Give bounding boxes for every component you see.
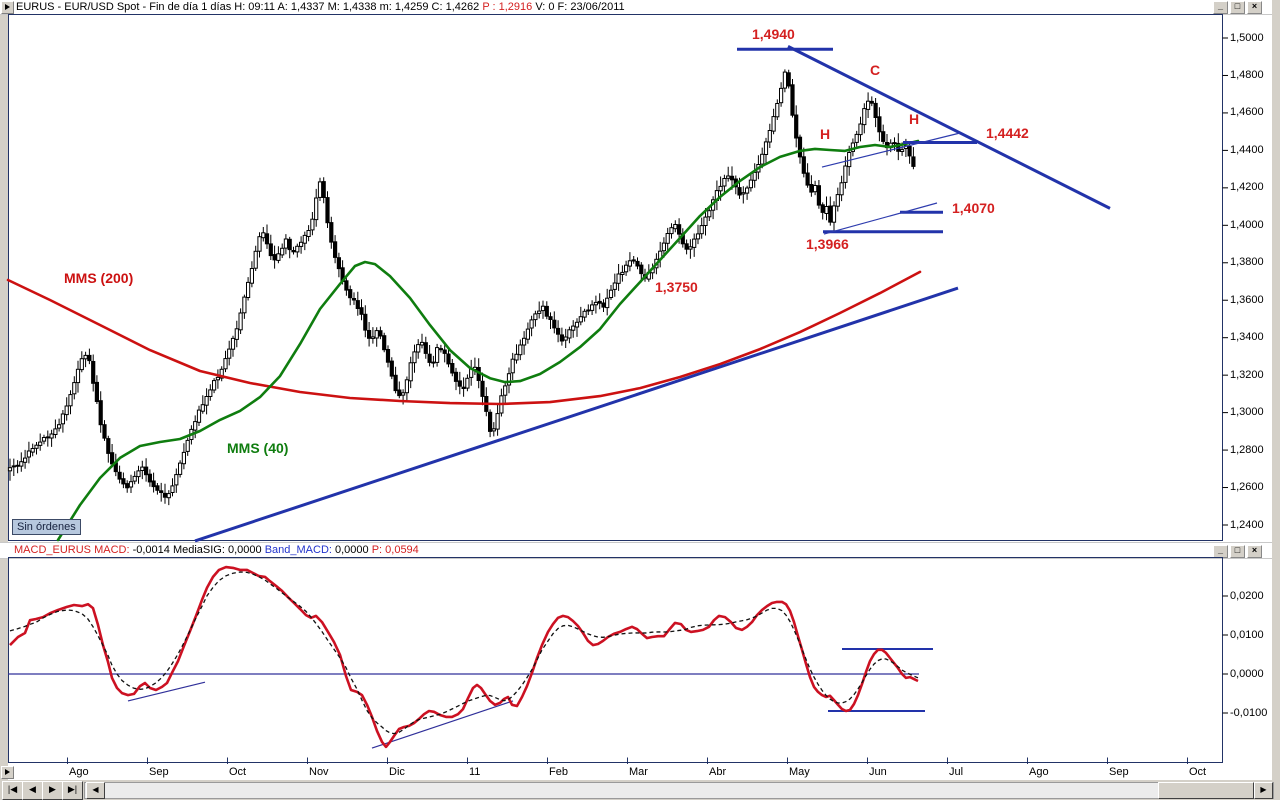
macd-axis-label: -0,0100 bbox=[1230, 706, 1268, 719]
time-axis-label: Jul bbox=[949, 766, 964, 778]
title-segment-5: 0,0000 bbox=[335, 544, 372, 556]
close-button[interactable]: × bbox=[1247, 1, 1262, 14]
title-segment-1: MACD: bbox=[94, 544, 133, 556]
title-segment-1: P : 1,2916 bbox=[482, 1, 533, 13]
macd-panel-titlebar: MACD_EURUS MACD: -0,0014 MediaSIG: 0,000… bbox=[0, 542, 1272, 559]
close-button[interactable]: × bbox=[1247, 545, 1262, 558]
scroll-prev-button[interactable]: ◀ bbox=[22, 781, 43, 800]
macd-axis-label: 0,0200 bbox=[1230, 589, 1264, 602]
macd-plot-area[interactable] bbox=[8, 557, 1222, 763]
scrollbar-thumb[interactable] bbox=[1158, 782, 1254, 799]
title-segment-2: -0,0014 bbox=[132, 544, 173, 556]
price-axis-label: 1,2800 bbox=[1230, 443, 1264, 456]
macd-axis-label: 0,0000 bbox=[1230, 667, 1264, 680]
maximize-icon: □ bbox=[1234, 545, 1241, 555]
collapse-arrow-icon bbox=[5, 769, 10, 775]
price-axis-label: 1,2400 bbox=[1230, 518, 1264, 531]
level-label-13750[interactable]: 1,3750 bbox=[655, 279, 698, 295]
title-segment-0: EURUS - EUR/USD Spot - Fin de día 1 días… bbox=[16, 1, 483, 13]
time-axis-label: Ago bbox=[1029, 766, 1049, 778]
scrollbar-right-arrow-button[interactable]: ▶ bbox=[1254, 782, 1273, 799]
title-segment-6: P: 0,0594 bbox=[371, 544, 419, 556]
price-axis-label: 1,3600 bbox=[1230, 293, 1264, 306]
price-axis-label: 1,3200 bbox=[1230, 368, 1264, 381]
level-label-13966[interactable]: 1,3966 bbox=[806, 236, 849, 252]
price-panel-titlebar: EURUS - EUR/USD Spot - Fin de día 1 días… bbox=[0, 0, 1272, 15]
close-icon: × bbox=[1251, 545, 1258, 555]
level-label-14940[interactable]: 1,4940 bbox=[752, 26, 795, 42]
time-axis-label: Jun bbox=[869, 766, 887, 778]
collapse-price-panel-button[interactable] bbox=[1, 1, 14, 14]
macd-panel-title: MACD_EURUS MACD: -0,0014 MediaSIG: 0,000… bbox=[14, 544, 419, 556]
price-axis-label: 1,3000 bbox=[1230, 406, 1264, 419]
title-segment-4: Band_MACD: bbox=[264, 544, 335, 556]
close-icon: × bbox=[1251, 1, 1258, 11]
title-segment-3: MediaSIG: 0,0000 bbox=[172, 544, 265, 556]
price-axis-label: 1,4000 bbox=[1230, 218, 1264, 231]
maximize-icon: □ bbox=[1234, 1, 1241, 11]
shoulder-left-label[interactable]: H bbox=[820, 126, 830, 142]
price-axis-label: 1,4600 bbox=[1230, 106, 1264, 119]
price-axis-label: 1,4200 bbox=[1230, 181, 1264, 194]
time-axis-label: May bbox=[789, 766, 810, 778]
macd-axis-label: 0,0100 bbox=[1230, 628, 1264, 641]
price-axis-label: 1,4400 bbox=[1230, 143, 1264, 156]
visual-chart-window: EURUS - EUR/USD Spot - Fin de día 1 días… bbox=[0, 0, 1280, 800]
time-axis-label: Dic bbox=[389, 766, 405, 778]
price-panel-window-buttons: _ □ × bbox=[1213, 1, 1262, 14]
price-axis-label: 1,5000 bbox=[1230, 31, 1264, 44]
time-axis-label: Abr bbox=[709, 766, 727, 778]
minimize-icon: _ bbox=[1217, 545, 1223, 555]
time-axis-label: Feb bbox=[549, 766, 568, 778]
price-axis-label: 1,2600 bbox=[1230, 481, 1264, 494]
title-segment-0: MACD_EURUS bbox=[14, 544, 95, 556]
scroll-last-button[interactable]: ▶| bbox=[62, 781, 83, 800]
time-axis-label: Nov bbox=[309, 766, 329, 778]
collapse-arrow-icon bbox=[5, 4, 10, 10]
elliott-c-label[interactable]: C bbox=[870, 62, 880, 78]
no-orders-chip[interactable]: Sin órdenes bbox=[12, 519, 81, 535]
price-axis-label: 1,3400 bbox=[1230, 331, 1264, 344]
time-axis-label: 11 bbox=[469, 766, 481, 778]
maximize-button[interactable]: □ bbox=[1230, 545, 1245, 558]
minimize-button[interactable]: _ bbox=[1213, 545, 1228, 558]
left-window-edge bbox=[0, 14, 8, 780]
minimize-button[interactable]: _ bbox=[1213, 1, 1228, 14]
price-axis-label: 1,3800 bbox=[1230, 256, 1264, 269]
title-segment-2: V: 0 F: 23/06/2011 bbox=[532, 1, 625, 13]
time-axis-label: Oct bbox=[1189, 766, 1207, 778]
time-axis-label: Ago bbox=[69, 766, 89, 778]
minimize-icon: _ bbox=[1217, 1, 1223, 11]
mms40-label[interactable]: MMS (40) bbox=[227, 440, 288, 456]
scroll-next-button[interactable]: ▶ bbox=[42, 781, 63, 800]
time-axis-label: Sep bbox=[1109, 766, 1129, 778]
price-chart-plot-area[interactable] bbox=[8, 14, 1222, 541]
scroll-first-button[interactable]: |◀ bbox=[2, 781, 23, 800]
level-label-14442[interactable]: 1,4442 bbox=[986, 125, 1029, 141]
right-window-edge bbox=[1272, 0, 1280, 800]
macd-panel-window-buttons: _ □ × bbox=[1213, 545, 1262, 558]
mms200-label[interactable]: MMS (200) bbox=[64, 270, 133, 286]
time-axis-label: Sep bbox=[149, 766, 169, 778]
collapse-time-axis-button[interactable] bbox=[1, 766, 14, 779]
maximize-button[interactable]: □ bbox=[1230, 1, 1245, 14]
shoulder-right-label[interactable]: H bbox=[909, 111, 919, 127]
time-axis-label: Oct bbox=[229, 766, 247, 778]
price-panel-title: EURUS - EUR/USD Spot - Fin de día 1 días… bbox=[16, 1, 625, 13]
level-label-14070[interactable]: 1,4070 bbox=[952, 200, 995, 216]
scrollbar-track[interactable] bbox=[84, 782, 1274, 799]
time-axis-label: Mar bbox=[629, 766, 648, 778]
scrollbar-left-arrow-button[interactable]: ◀ bbox=[86, 782, 105, 799]
price-axis-label: 1,4800 bbox=[1230, 68, 1264, 81]
